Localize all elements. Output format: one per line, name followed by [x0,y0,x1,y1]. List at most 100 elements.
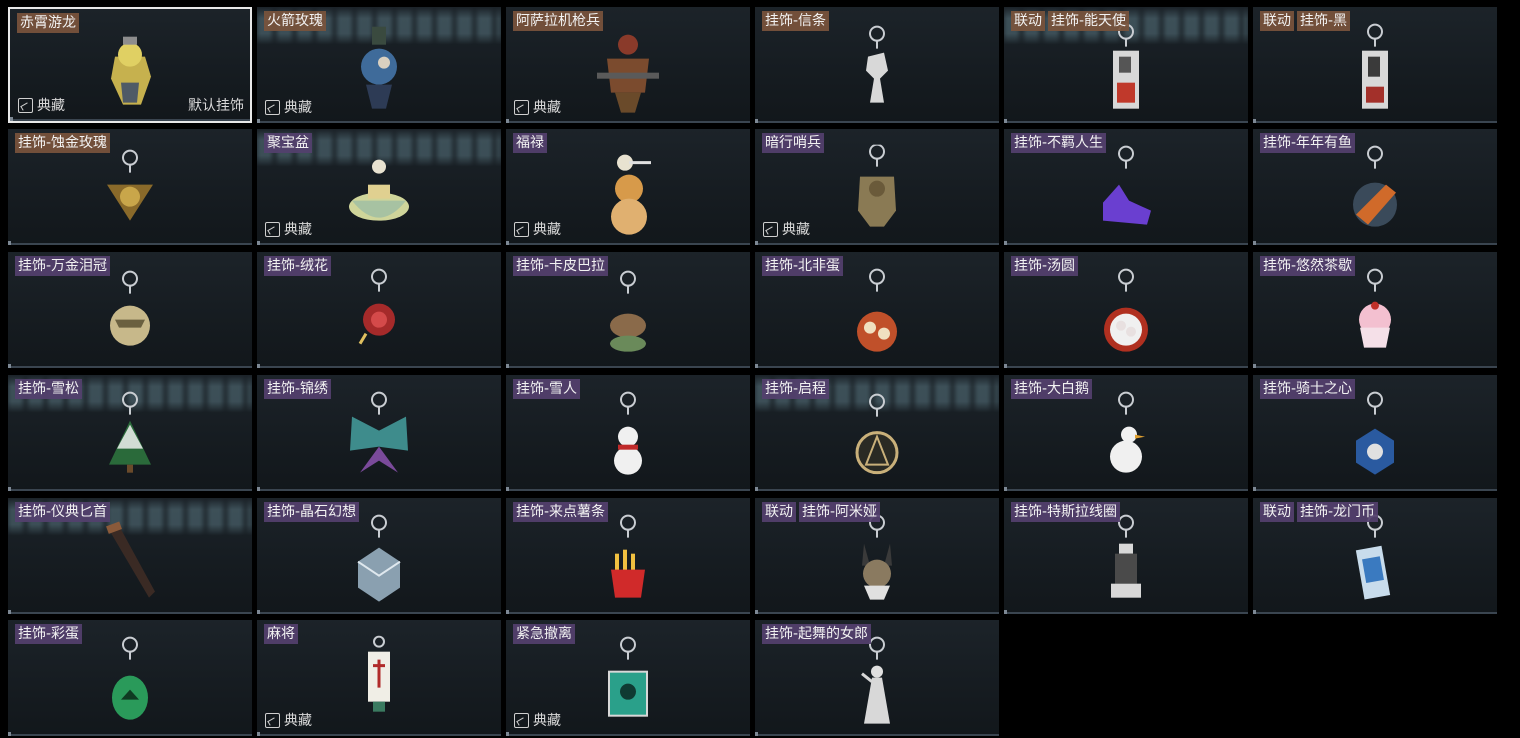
creed-charm-icon [840,23,914,115]
charm-name: 挂饰-彩蛋 [15,624,83,644]
card-bottom-line [1004,610,1248,614]
charm-card[interactable]: 挂饰-绒花 [257,252,501,368]
charm-name: 赤霄游龙 [17,13,79,33]
charm-name: 挂饰-启程 [762,379,830,399]
charm-grid: 赤霄游龙 典藏 默认挂饰 火箭玫瑰 典藏 阿萨拉机枪兵 典藏 挂饰-信条 联动 挂饰-能天使 联… [0,0,1520,738]
charm-card[interactable]: 挂饰-蚀金玫瑰 [8,129,252,245]
collection-badge: 典藏 [514,97,561,117]
charm-card[interactable]: 挂饰-晶石幻想 [257,498,501,614]
charm-card[interactable]: 挂饰-年年有鱼 [1253,129,1497,245]
card-bottom-line [1253,610,1497,614]
fries-charm-icon [591,514,665,606]
charm-card[interactable]: 聚宝盆 典藏 [257,129,501,245]
charm-name: 挂饰-不羁人生 [1011,133,1107,153]
card-bottom-line [1253,487,1497,491]
charm-tags: 挂饰-万金泪冠 [15,256,111,276]
charm-tags: 挂饰-来点薯条 [513,502,609,522]
card-bottom-line [8,732,252,736]
goose-charm-icon [1089,391,1163,483]
collection-icon [265,221,280,237]
card-bottom-line [8,364,252,368]
charm-name: 挂饰-黑 [1297,11,1351,31]
charm-card[interactable]: 挂饰-雪松 [8,375,252,491]
charm-card[interactable]: 挂饰-来点薯条 [506,498,750,614]
rocket-rose-figure-icon [342,23,416,115]
charm-card[interactable]: 联动 挂饰-龙门币 [1253,498,1497,614]
card-bottom-line [10,117,250,121]
charm-card[interactable]: 挂饰-启程 [755,375,999,491]
charm-card[interactable]: 联动 挂饰-阿米娅 [755,498,999,614]
charm-card[interactable]: 挂饰-卡皮巴拉 [506,252,750,368]
charm-card[interactable]: 挂饰-北非蛋 [755,252,999,368]
charm-tags: 挂饰-仪典匕首 [15,502,111,522]
butterfly-charm-icon [342,391,416,483]
card-bottom-line [257,487,501,491]
collection-icon [265,99,280,115]
charm-name: 挂饰-雪人 [513,379,581,399]
charm-card[interactable]: 火箭玫瑰 典藏 [257,7,501,123]
fish-charm-icon [1338,145,1412,237]
charm-card[interactable]: 麻将 典藏 [257,620,501,736]
charm-card[interactable]: 挂饰-骑士之心 [1253,375,1497,491]
collection-badge: 典藏 [514,219,561,239]
charm-tags: 挂饰-北非蛋 [762,256,844,276]
dagger-charm-icon [93,514,167,606]
charm-tags: 挂饰-大白鹅 [1011,379,1093,399]
card-bottom-line [755,487,999,491]
charm-card[interactable]: 挂饰-汤圆 [1004,252,1248,368]
card-bottom-line [257,610,501,614]
charm-tags: 紧急撤离 [513,624,575,644]
collection-icon [18,97,33,113]
charm-tags: 联动 挂饰-阿米娅 [762,502,881,522]
charm-card[interactable]: 赤霄游龙 典藏 默认挂饰 [8,7,252,123]
charm-tags: 挂饰-年年有鱼 [1260,133,1356,153]
charm-name: 暗行哨兵 [762,133,824,153]
charm-card[interactable]: 挂饰-大白鹅 [1004,375,1248,491]
charm-name: 挂饰-信条 [762,11,830,31]
charm-name: 挂饰-大白鹅 [1011,379,1093,399]
charm-tags: 挂饰-不羁人生 [1011,133,1107,153]
charm-card[interactable]: 福禄 典藏 [506,129,750,245]
charm-card[interactable]: 挂饰-悠然茶歇 [1253,252,1497,368]
exusiai-charm-icon [1089,23,1163,115]
charm-tags: 麻将 [264,624,298,644]
charm-card[interactable]: 挂饰-仪典匕首 [8,498,252,614]
charm-name: 挂饰-骑士之心 [1260,379,1356,399]
collection-badge: 典藏 [265,97,312,117]
card-bottom-line [1004,119,1248,123]
charm-card[interactable]: 挂饰-万金泪冠 [8,252,252,368]
charm-card[interactable]: 暗行哨兵 典藏 [755,129,999,245]
amiya-charm-icon [840,514,914,606]
card-bottom-line [755,119,999,123]
collection-label: 典藏 [284,222,312,238]
card-bottom-line [1253,364,1497,368]
charm-card[interactable]: 联动 挂饰-黑 [1253,7,1497,123]
card-bottom-line [1004,364,1248,368]
charm-tags: 联动 挂饰-黑 [1260,11,1351,31]
charm-card[interactable]: 挂饰-彩蛋 [8,620,252,736]
charm-tags: 挂饰-悠然茶歇 [1260,256,1356,276]
charm-card[interactable]: 挂饰-特斯拉线圈 [1004,498,1248,614]
collab-badge: 联动 [1011,11,1045,31]
card-bottom-line [755,241,999,245]
charm-card[interactable]: 挂饰-起舞的女郎 [755,620,999,736]
collection-icon [514,221,529,237]
charm-card[interactable]: 挂饰-雪人 [506,375,750,491]
charm-card[interactable]: 挂饰-不羁人生 [1004,129,1248,245]
charm-card[interactable]: 挂饰-信条 [755,7,999,123]
charm-name: 挂饰-来点薯条 [513,502,609,522]
collection-label: 典藏 [533,222,561,238]
card-bottom-line [8,241,252,245]
charm-name: 挂饰-龙门币 [1297,502,1379,522]
charm-name: 麻将 [264,624,298,644]
charm-name: 挂饰-阿米娅 [799,502,881,522]
collection-badge: 典藏 [265,219,312,239]
charm-name: 挂饰-年年有鱼 [1260,133,1356,153]
charm-tags: 暗行哨兵 [762,133,824,153]
charm-card[interactable]: 阿萨拉机枪兵 典藏 [506,7,750,123]
charm-card[interactable]: 挂饰-锦绣 [257,375,501,491]
charm-card[interactable]: 紧急撤离 典藏 [506,620,750,736]
charm-card[interactable]: 联动 挂饰-能天使 [1004,7,1248,123]
charm-name: 挂饰-蚀金玫瑰 [15,133,111,153]
gourd-figure-icon [591,145,665,237]
